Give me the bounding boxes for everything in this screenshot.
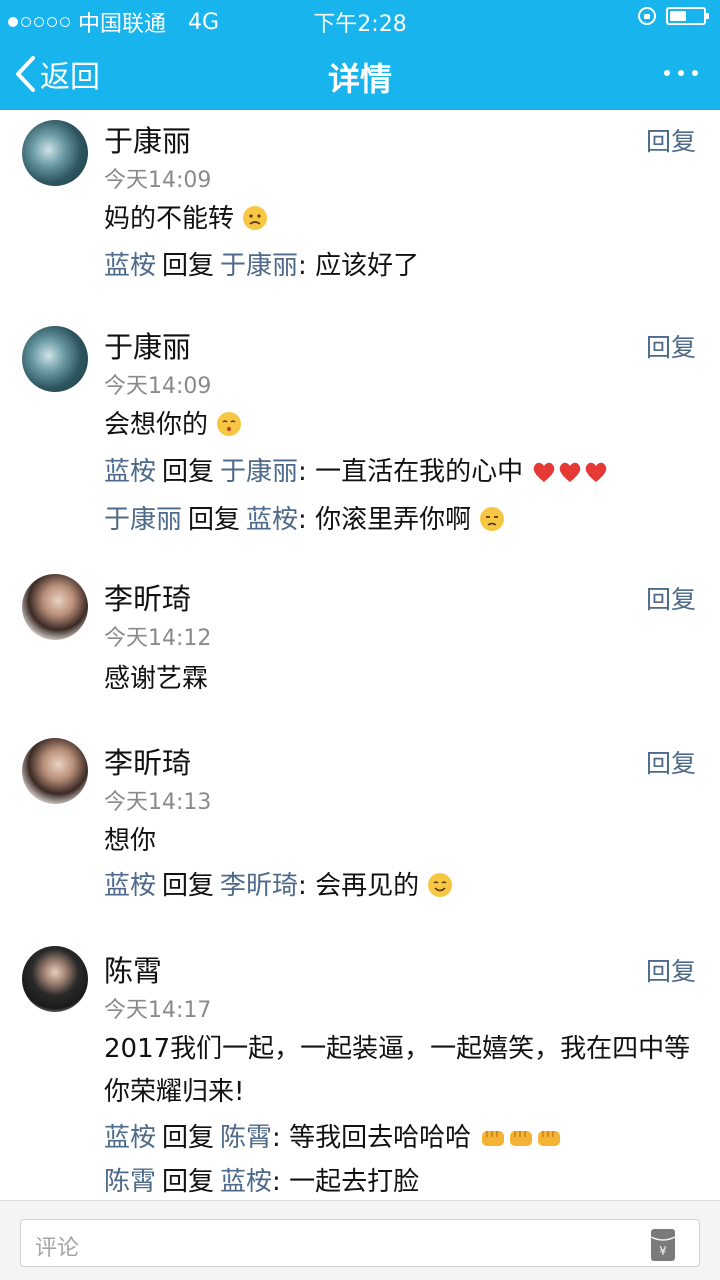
reply-button[interactable]: 回复: [646, 328, 696, 364]
reply-button[interactable]: 回复: [646, 122, 696, 158]
comment-author[interactable]: 李昕琦: [104, 740, 191, 782]
avatar[interactable]: [22, 326, 88, 392]
reply-from[interactable]: 蓝桉: [104, 871, 156, 901]
rotation-lock-icon: [638, 7, 656, 25]
frowning-face-icon: [243, 206, 268, 230]
more-icon[interactable]: [664, 70, 698, 76]
avatar[interactable]: [22, 120, 88, 186]
reply-line: 蓝桉 回复 陈霄: 等我回去哈哈哈: [104, 1120, 563, 1156]
nav-bar: 返回 详情: [0, 36, 720, 110]
comment-text: 想你: [104, 826, 157, 856]
reply-line: 蓝桉 回复 于康丽: 应该好了: [104, 248, 419, 284]
comment-text: 2017我们一起，一起装逼，一起嬉笑，我在四中等你荣耀归来!: [104, 1034, 691, 1107]
reply-from[interactable]: 蓝桉: [104, 457, 156, 487]
comment-text-body: 妈的不能转: [104, 204, 235, 234]
reply-verb: 回复: [162, 457, 215, 487]
comment-time: 今天14:12: [104, 626, 212, 651]
reply-verb: 回复: [188, 505, 241, 535]
comment-time: 今天14:09: [104, 168, 212, 193]
fist-icon: [482, 1131, 505, 1146]
comment-input[interactable]: 评论: [20, 1219, 700, 1267]
reply-to[interactable]: 李昕琦: [220, 871, 298, 901]
comment-text-body: 会想你的: [104, 410, 209, 440]
comment-author[interactable]: 李昕琦: [104, 576, 191, 618]
reply-verb: 回复: [162, 251, 215, 281]
comment-text: 妈的不能转: [104, 198, 694, 241]
reply-text: : 会再见的: [298, 871, 420, 901]
avatar[interactable]: [22, 738, 88, 804]
reply-text: : 等我回去哈哈哈: [272, 1123, 472, 1153]
avatar[interactable]: [22, 574, 88, 640]
comment-author[interactable]: 于康丽: [104, 118, 191, 160]
smiling-face-icon: [428, 873, 453, 897]
svg-text:¥: ¥: [659, 1244, 667, 1258]
kissing-face-icon: [217, 412, 242, 436]
reply-line: 蓝桉 回复 于康丽: 一直活在我的心中: [104, 454, 609, 490]
reply-from[interactable]: 于康丽: [104, 505, 182, 535]
reply-verb: 回复: [162, 871, 215, 901]
reply-to[interactable]: 于康丽: [220, 457, 298, 487]
reply-text: : 一直活在我的心中: [298, 457, 524, 487]
reply-button[interactable]: 回复: [646, 952, 696, 988]
comment-author[interactable]: 陈霄: [104, 948, 162, 990]
reply-text: : 你滚里弄你啊: [298, 505, 472, 535]
reply-button[interactable]: 回复: [646, 744, 696, 780]
red-packet-icon[interactable]: ¥: [650, 1228, 676, 1262]
fist-icon: [510, 1131, 533, 1146]
comment-composer: 评论: [0, 1200, 720, 1280]
heart-icon: [534, 462, 555, 482]
reply-to[interactable]: 蓝桉: [246, 505, 298, 535]
comment-time: 今天14:13: [104, 790, 212, 815]
comment-time: 今天14:17: [104, 998, 212, 1023]
reply-to[interactable]: 蓝桉: [220, 1167, 272, 1197]
reply-button[interactable]: 回复: [646, 580, 696, 616]
unamused-face-icon: [480, 507, 505, 531]
reply-line: 陈霄 回复 蓝桉: 一起去打脸: [104, 1164, 419, 1200]
reply-text: : 一起去打脸: [272, 1167, 420, 1197]
reply-line: 于康丽 回复 蓝桉: 你滚里弄你啊: [104, 502, 505, 538]
page-title: 详情: [327, 60, 392, 98]
comment-text: 会想你的: [104, 404, 694, 447]
battery-icon: [666, 7, 709, 25]
status-bar: 中国联通 4G 下午2:28: [0, 0, 720, 37]
reply-verb: 回复: [162, 1123, 215, 1153]
heart-icon: [560, 462, 581, 482]
comment-text: 感谢艺霖: [104, 664, 209, 694]
clock: 下午2:28: [313, 12, 407, 37]
avatar[interactable]: [22, 946, 88, 1012]
reply-to[interactable]: 于康丽: [220, 251, 298, 281]
status-right: [638, 7, 709, 25]
comment-time: 今天14:09: [104, 374, 212, 399]
reply-from[interactable]: 蓝桉: [104, 1123, 156, 1153]
heart-icon: [586, 462, 607, 482]
fist-icon: [538, 1131, 561, 1146]
comment-author[interactable]: 于康丽: [104, 324, 191, 366]
reply-verb: 回复: [162, 1167, 215, 1197]
reply-to[interactable]: 陈霄: [220, 1123, 272, 1153]
reply-line: 蓝桉 回复 李昕琦: 会再见的: [104, 868, 453, 904]
comment-feed[interactable]: 于康丽 今天14:09 回复 妈的不能转 蓝桉 回复 于康丽: 应该好了 于康丽 今…: [0, 110, 720, 1200]
reply-from[interactable]: 陈霄: [104, 1167, 156, 1197]
reply-from[interactable]: 蓝桉: [104, 251, 156, 281]
reply-text: : 应该好了: [298, 251, 420, 281]
